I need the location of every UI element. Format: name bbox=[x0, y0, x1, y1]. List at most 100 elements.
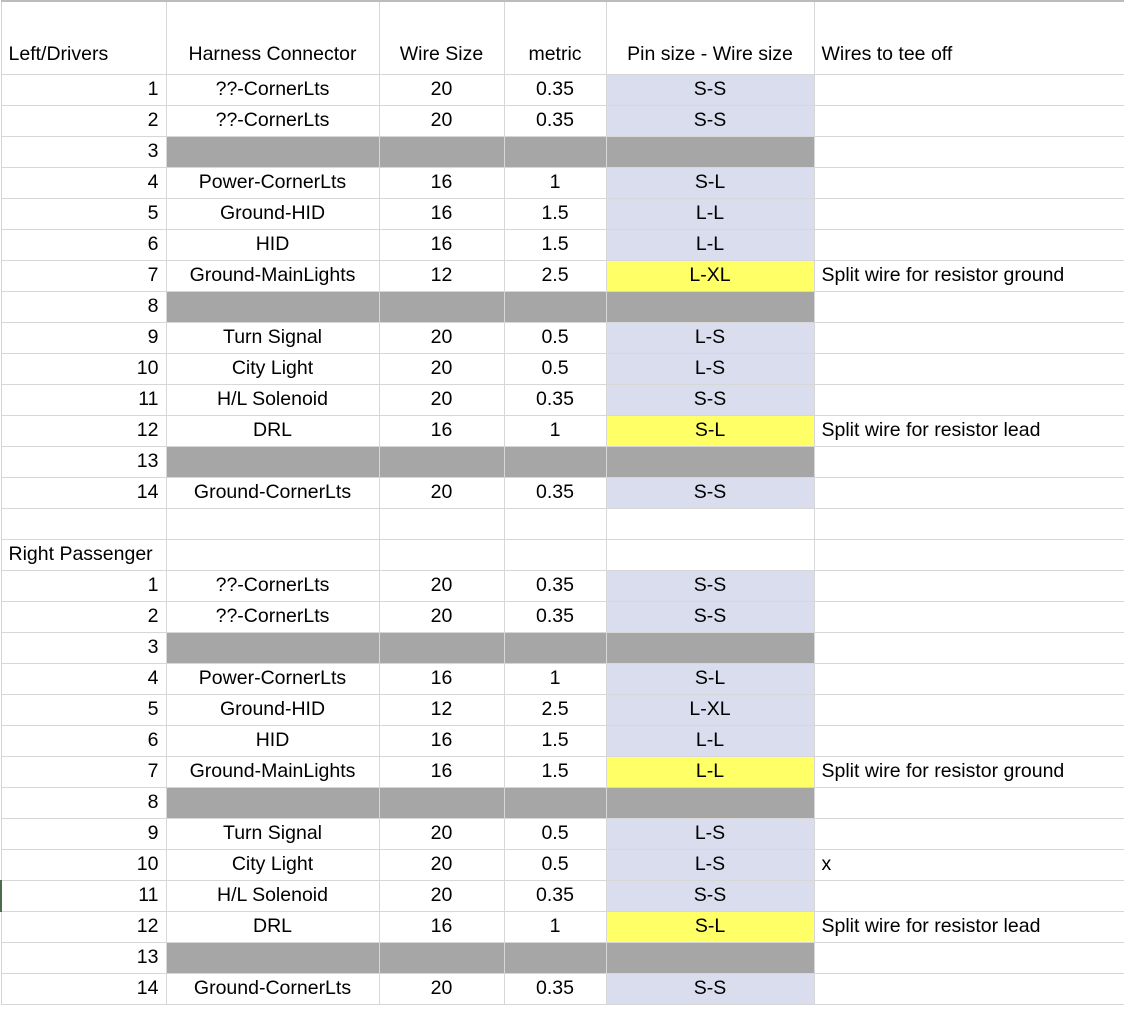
cell-pin-r14[interactable]: S-S bbox=[606, 477, 815, 509]
cell-harn-r22[interactable]: HID bbox=[166, 725, 380, 757]
cell-metric-r26[interactable]: 0.5 bbox=[504, 849, 607, 881]
cell-harn-r18[interactable]: ??-CornerLts bbox=[166, 601, 380, 633]
cell-harn-r12[interactable]: DRL bbox=[166, 415, 380, 447]
cell-harn-r30[interactable]: Ground-CornerLts bbox=[166, 973, 380, 1005]
cell-pin-r18[interactable]: S-S bbox=[606, 601, 815, 633]
cell-wire-r12[interactable]: 16 bbox=[379, 415, 505, 447]
cell-harn-r9[interactable]: Turn Signal bbox=[166, 322, 380, 354]
cell-wire-r3-blocked[interactable] bbox=[379, 136, 505, 168]
cell-metric-r5[interactable]: 1.5 bbox=[504, 198, 607, 230]
cell-pin-r9[interactable]: L-S bbox=[606, 322, 815, 354]
cell-idx-r11[interactable]: 11 bbox=[1, 384, 167, 416]
cell-idx-r18[interactable]: 2 bbox=[1, 601, 167, 633]
cell-idx-r7[interactable]: 7 bbox=[1, 260, 167, 292]
cell-wire-r26[interactable]: 20 bbox=[379, 849, 505, 881]
cell-tee-r5[interactable] bbox=[814, 198, 1124, 230]
cell-idx-r30[interactable]: 14 bbox=[1, 973, 167, 1005]
cell-tee-r16[interactable] bbox=[814, 539, 1124, 571]
cell-pin-r27[interactable]: S-S bbox=[606, 880, 815, 912]
cell-idx-r10[interactable]: 10 bbox=[1, 353, 167, 385]
cell-pin-r12[interactable]: S-L bbox=[606, 415, 815, 447]
cell-idx-r27[interactable]: 11 bbox=[0, 880, 167, 912]
cell-harn-r3-blocked[interactable] bbox=[166, 136, 380, 168]
cell-harn-r8-blocked[interactable] bbox=[166, 291, 380, 323]
cell-wire-header[interactable]: Wire Size bbox=[379, 1, 505, 75]
cell-harn-r26[interactable]: City Light bbox=[166, 849, 380, 881]
cell-idx-r9[interactable]: 9 bbox=[1, 322, 167, 354]
cell-idx-r4[interactable]: 4 bbox=[1, 167, 167, 199]
cell-wire-r11[interactable]: 20 bbox=[379, 384, 505, 416]
cell-metric-r20[interactable]: 1 bbox=[504, 663, 607, 695]
cell-harn-r17[interactable]: ??-CornerLts bbox=[166, 570, 380, 602]
cell-idx-r16[interactable]: Right Passenger bbox=[1, 539, 167, 571]
cell-metric-r10[interactable]: 0.5 bbox=[504, 353, 607, 385]
cell-pin-r30[interactable]: S-S bbox=[606, 973, 815, 1005]
cell-tee-r11[interactable] bbox=[814, 384, 1124, 416]
cell-wire-r30[interactable]: 20 bbox=[379, 973, 505, 1005]
cell-tee-r9[interactable] bbox=[814, 322, 1124, 354]
cell-harn-r13-blocked[interactable] bbox=[166, 446, 380, 478]
cell-idx-r5[interactable]: 5 bbox=[1, 198, 167, 230]
cell-pin-r8-blocked[interactable] bbox=[606, 291, 815, 323]
cell-metric-r24-blocked[interactable] bbox=[504, 787, 607, 819]
cell-tee-r30[interactable] bbox=[814, 973, 1124, 1005]
cell-pin-r7[interactable]: L-XL bbox=[606, 260, 815, 292]
cell-harn-header[interactable]: Harness Connector bbox=[166, 1, 380, 75]
cell-wire-r14[interactable]: 20 bbox=[379, 477, 505, 509]
cell-pin-r25[interactable]: L-S bbox=[606, 818, 815, 850]
cell-wire-r22[interactable]: 16 bbox=[379, 725, 505, 757]
cell-idx-r20[interactable]: 4 bbox=[1, 663, 167, 695]
cell-wire-r4[interactable]: 16 bbox=[379, 167, 505, 199]
cell-tee-r3[interactable] bbox=[814, 136, 1124, 168]
cell-pin-r6[interactable]: L-L bbox=[606, 229, 815, 261]
cell-pin-r1[interactable]: S-S bbox=[606, 74, 815, 106]
cell-metric-r8-blocked[interactable] bbox=[504, 291, 607, 323]
cell-wire-r16[interactable] bbox=[379, 539, 505, 571]
cell-tee-r20[interactable] bbox=[814, 663, 1124, 695]
cell-tee-r15[interactable] bbox=[814, 508, 1124, 540]
cell-metric-r2[interactable]: 0.35 bbox=[504, 105, 607, 137]
cell-metric-r7[interactable]: 2.5 bbox=[504, 260, 607, 292]
cell-wire-r15[interactable] bbox=[379, 508, 505, 540]
cell-pin-r11[interactable]: S-S bbox=[606, 384, 815, 416]
cell-wire-r10[interactable]: 20 bbox=[379, 353, 505, 385]
cell-idx-r22[interactable]: 6 bbox=[1, 725, 167, 757]
cell-harn-r10[interactable]: City Light bbox=[166, 353, 380, 385]
cell-pin-r17[interactable]: S-S bbox=[606, 570, 815, 602]
cell-tee-r7[interactable]: Split wire for resistor ground bbox=[814, 260, 1124, 292]
cell-tee-r4[interactable] bbox=[814, 167, 1124, 199]
cell-tee-r23[interactable]: Split wire for resistor ground bbox=[814, 756, 1124, 788]
cell-tee-r17[interactable] bbox=[814, 570, 1124, 602]
cell-pin-r23[interactable]: L-L bbox=[606, 756, 815, 788]
cell-tee-r8[interactable] bbox=[814, 291, 1124, 323]
cell-tee-r29[interactable] bbox=[814, 942, 1124, 974]
cell-tee-r22[interactable] bbox=[814, 725, 1124, 757]
cell-pin-r10[interactable]: L-S bbox=[606, 353, 815, 385]
cell-metric-r30[interactable]: 0.35 bbox=[504, 973, 607, 1005]
cell-idx-r24[interactable]: 8 bbox=[1, 787, 167, 819]
cell-tee-r26[interactable]: x bbox=[814, 849, 1124, 881]
cell-tee-r28[interactable]: Split wire for resistor lead bbox=[814, 911, 1124, 943]
cell-pin-r2[interactable]: S-S bbox=[606, 105, 815, 137]
cell-harn-r20[interactable]: Power-CornerLts bbox=[166, 663, 380, 695]
cell-idx-r1[interactable]: 1 bbox=[1, 74, 167, 106]
cell-metric-header[interactable]: metric bbox=[504, 1, 607, 75]
cell-pin-r28[interactable]: S-L bbox=[606, 911, 815, 943]
cell-pin-r5[interactable]: L-L bbox=[606, 198, 815, 230]
cell-tee-r1[interactable] bbox=[814, 74, 1124, 106]
cell-pin-r19-blocked[interactable] bbox=[606, 632, 815, 664]
cell-idx-r14[interactable]: 14 bbox=[1, 477, 167, 509]
cell-idx-r17[interactable]: 1 bbox=[1, 570, 167, 602]
cell-pin-r13-blocked[interactable] bbox=[606, 446, 815, 478]
cell-tee-r19[interactable] bbox=[814, 632, 1124, 664]
cell-metric-r17[interactable]: 0.35 bbox=[504, 570, 607, 602]
cell-harn-r1[interactable]: ??-CornerLts bbox=[166, 74, 380, 106]
cell-metric-r21[interactable]: 2.5 bbox=[504, 694, 607, 726]
cell-pin-r16[interactable] bbox=[606, 539, 815, 571]
cell-pin-r4[interactable]: S-L bbox=[606, 167, 815, 199]
cell-harn-r14[interactable]: Ground-CornerLts bbox=[166, 477, 380, 509]
cell-metric-r1[interactable]: 0.35 bbox=[504, 74, 607, 106]
cell-idx-r2[interactable]: 2 bbox=[1, 105, 167, 137]
cell-wire-r17[interactable]: 20 bbox=[379, 570, 505, 602]
cell-harn-r25[interactable]: Turn Signal bbox=[166, 818, 380, 850]
